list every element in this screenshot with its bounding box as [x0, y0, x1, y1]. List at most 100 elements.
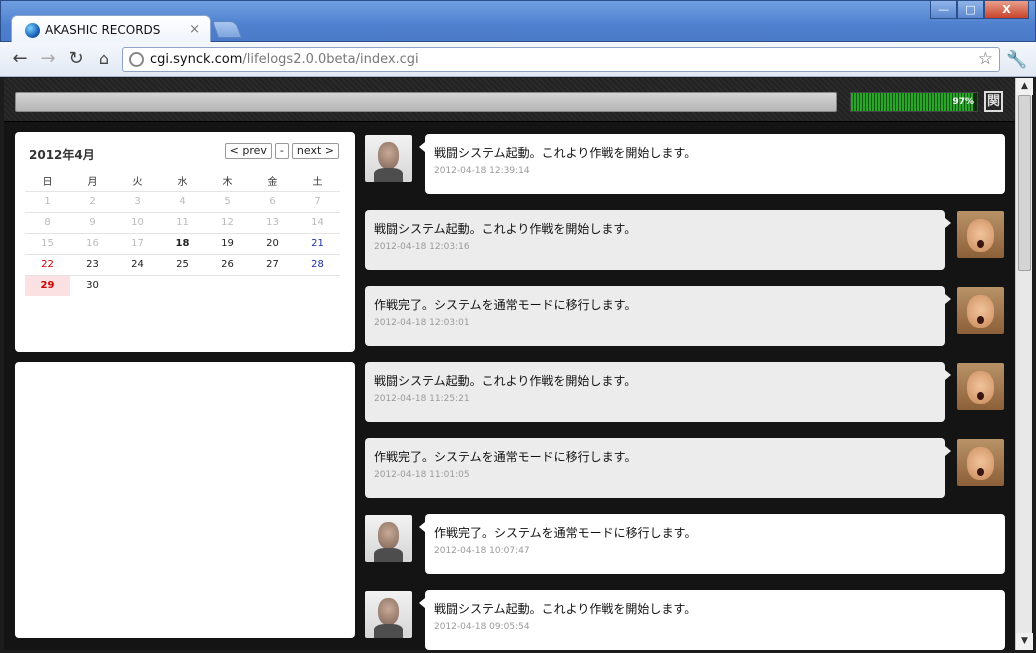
message-bubble: 作戦完了。システムを通常モードに移行します。 2012-04-18 12:03:0… — [365, 286, 951, 346]
prev-month-button[interactable]: < prev — [224, 143, 272, 159]
message-timestamp[interactable]: 2012-04-18 12:03:16 — [374, 242, 936, 252]
feed-entry: 作戦完了。システムを通常モードに移行します。 2012-04-18 10:07:4… — [365, 512, 1005, 574]
message-bubble: 作戦完了。システムを通常モードに移行します。 2012-04-18 11:01:0… — [365, 438, 951, 498]
weekday-label: 日 — [42, 176, 53, 188]
avatar[interactable] — [957, 439, 1004, 486]
progress-meter: 97% — [850, 92, 978, 112]
avatar[interactable] — [365, 591, 412, 638]
weekday-label: 木 — [222, 176, 233, 188]
calendar-day[interactable]: 3 — [115, 190, 160, 212]
calendar-day — [205, 274, 250, 296]
calendar-day[interactable]: 26 — [205, 253, 250, 275]
search-input[interactable] — [15, 92, 837, 112]
meter-label: 97% — [952, 97, 974, 107]
message-bubble: 戦闘システム起動。これより作戦を開始します。 2012-04-18 12:03:1… — [365, 210, 951, 270]
wrench-icon[interactable]: 🔧 — [1006, 50, 1027, 70]
sidebar-panel — [15, 362, 355, 638]
calendar-day[interactable]: 29 — [25, 274, 70, 296]
vertical-scrollbar[interactable]: ▲ ▼ — [1015, 78, 1033, 650]
site-logo[interactable]: 関 — [984, 91, 1003, 112]
calendar-day[interactable]: 1 — [25, 190, 70, 212]
message-timestamp[interactable]: 2012-04-18 12:03:01 — [374, 318, 936, 328]
calendar-title: 2012年4月 — [29, 148, 95, 162]
calendar-grid: 日月火水木金土 1 2 3 4 5 6 7 8 9 10 11 12 13 14 15 16 17 18 19 20 2… — [25, 170, 340, 296]
browser-tab[interactable]: AKASHIC RECORDS × — [11, 15, 211, 44]
scroll-thumb[interactable] — [1018, 95, 1031, 271]
message-timestamp[interactable]: 2012-04-18 10:07:47 — [434, 546, 996, 556]
avatar[interactable] — [957, 363, 1004, 410]
calendar-day[interactable]: 14 — [295, 211, 340, 233]
calendar-day[interactable]: 18 — [160, 232, 205, 254]
calendar-day[interactable]: 30 — [70, 274, 115, 296]
weekday-label: 金 — [267, 176, 278, 188]
url-text[interactable]: cgi.synck.com/lifelogs2.0.0beta/index.cg… — [150, 52, 419, 67]
url-host: cgi.synck.com — [150, 52, 243, 67]
weekday-label: 月 — [87, 176, 98, 188]
feed-entry: 戦闘システム起動。これより作戦を開始します。 2012-04-18 09:05:5… — [365, 588, 1005, 650]
next-month-button[interactable]: next > — [291, 143, 339, 159]
message-timestamp[interactable]: 2012-04-18 11:25:21 — [374, 394, 936, 404]
calendar-day[interactable]: 11 — [160, 211, 205, 233]
calendar-day[interactable]: 7 — [295, 190, 340, 212]
calendar-day[interactable]: 24 — [115, 253, 160, 275]
calendar-day[interactable]: 27 — [250, 253, 295, 275]
calendar-day[interactable]: 19 — [205, 232, 250, 254]
title-bar: AKASHIC RECORDS × — □ X — [0, 0, 1036, 44]
calendar-day[interactable]: 4 — [160, 190, 205, 212]
calendar-day[interactable]: 17 — [115, 232, 160, 254]
feed-entry: 戦闘システム起動。これより作戦を開始します。 2012-04-18 11:25:2… — [365, 360, 1005, 422]
avatar[interactable] — [957, 287, 1004, 334]
calendar-day[interactable]: 5 — [205, 190, 250, 212]
scroll-up-icon[interactable]: ▲ — [1016, 78, 1033, 95]
address-bar[interactable]: cgi.synck.com/lifelogs2.0.0beta/index.cg… — [122, 47, 1000, 72]
minimize-button[interactable]: — — [930, 1, 957, 19]
star-icon[interactable]: ☆ — [978, 49, 993, 69]
calendar-day[interactable]: 6 — [250, 190, 295, 212]
calendar-day[interactable]: 22 — [25, 253, 70, 275]
reload-icon[interactable]: ↻ — [65, 48, 87, 70]
calendar-day[interactable]: 9 — [70, 211, 115, 233]
calendar-day[interactable]: 15 — [25, 232, 70, 254]
tab-close-icon[interactable]: × — [189, 22, 200, 37]
calendar-day — [250, 274, 295, 296]
message-timestamp[interactable]: 2012-04-18 12:39:14 — [434, 166, 996, 176]
calendar-widget: 2012年4月 < prev - next > 日月火水木金土 12345678… — [15, 132, 355, 352]
calendar-day[interactable]: 10 — [115, 211, 160, 233]
calendar-day[interactable]: 8 — [25, 211, 70, 233]
back-icon[interactable]: ← — [9, 48, 31, 70]
calendar-day[interactable]: 20 — [250, 232, 295, 254]
forward-icon[interactable]: → — [37, 48, 59, 70]
feed-entry: 作戦完了。システムを通常モードに移行します。 2012-04-18 12:03:0… — [365, 284, 1005, 346]
current-month-button[interactable]: - — [274, 143, 289, 159]
calendar-day[interactable]: 13 — [250, 211, 295, 233]
message-timestamp[interactable]: 2012-04-18 11:01:05 — [374, 470, 936, 480]
calendar-day[interactable]: 23 — [70, 253, 115, 275]
avatar[interactable] — [365, 515, 412, 562]
message-text: 作戦完了。システムを通常モードに移行します。 — [374, 298, 637, 312]
message-text: 作戦完了。システムを通常モードに移行します。 — [374, 450, 637, 464]
calendar-day[interactable]: 25 — [160, 253, 205, 275]
scroll-down-icon[interactable]: ▼ — [1016, 633, 1033, 650]
message-timestamp[interactable]: 2012-04-18 09:05:54 — [434, 622, 996, 632]
message-bubble: 戦闘システム起動。これより作戦を開始します。 2012-04-18 12:39:1… — [419, 134, 1005, 194]
calendar-day[interactable]: 21 — [295, 232, 340, 254]
calendar-day — [115, 274, 160, 296]
new-tab-button[interactable] — [211, 21, 243, 38]
calendar-day[interactable]: 16 — [70, 232, 115, 254]
feed-entry: 戦闘システム起動。これより作戦を開始します。 2012-04-18 12:03:1… — [365, 208, 1005, 270]
message-text: 作戦完了。システムを通常モードに移行します。 — [434, 526, 697, 540]
close-window-button[interactable]: X — [984, 1, 1029, 19]
message-text: 戦闘システム起動。これより作戦を開始します。 — [374, 222, 637, 236]
calendar-day[interactable]: 28 — [295, 253, 340, 275]
maximize-button[interactable]: □ — [957, 1, 984, 19]
message-text: 戦闘システム起動。これより作戦を開始します。 — [434, 146, 697, 160]
home-icon[interactable]: ⌂ — [93, 48, 115, 70]
calendar-day[interactable]: 12 — [205, 211, 250, 233]
message-bubble: 戦闘システム起動。これより作戦を開始します。 2012-04-18 11:25:2… — [365, 362, 951, 422]
globe-icon — [25, 23, 40, 38]
window-controls: — □ X — [930, 1, 1029, 19]
calendar-day[interactable]: 2 — [70, 190, 115, 212]
avatar[interactable] — [365, 135, 412, 182]
avatar[interactable] — [957, 211, 1004, 258]
tab-title: AKASHIC RECORDS — [45, 23, 161, 37]
